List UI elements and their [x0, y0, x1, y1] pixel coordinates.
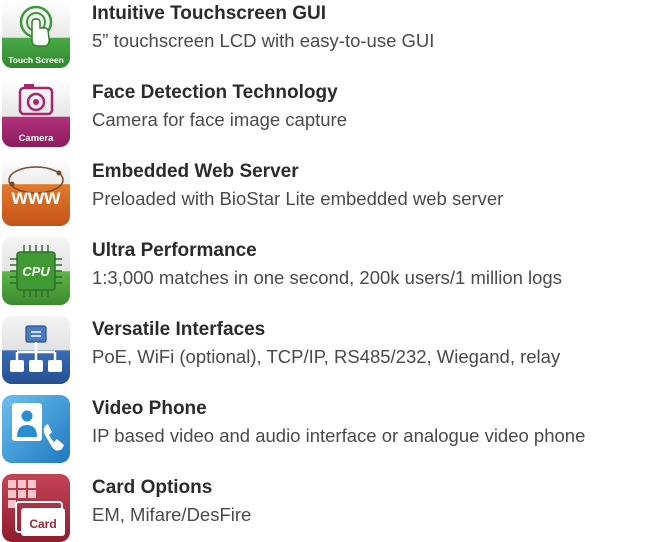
feature-title: Intuitive Touchscreen GUI — [92, 3, 327, 24]
feature-title: Video Phone — [92, 398, 207, 419]
feature-title: Embedded Web Server — [92, 161, 299, 182]
camera-icon: Camera — [2, 79, 70, 147]
feature-description: EM, Mifare/DesFire — [92, 504, 252, 525]
www-icon: www — [2, 158, 70, 226]
feature-description: PoE, WiFi (optional), TCP/IP, RS485/232,… — [92, 346, 561, 367]
feature-description: IP based video and audio interface or an… — [92, 425, 586, 446]
video-phone-icon — [2, 395, 70, 463]
feature-face-detection: Camera Face Detection Technology Camera … — [0, 79, 672, 147]
svg-text:Touch Screen: Touch Screen — [8, 55, 64, 65]
feature-description: Preloaded with BioStar Lite embedded web… — [92, 188, 504, 209]
feature-list: Touch Screen Intuitive Touchscreen GUI 5… — [0, 0, 672, 542]
feature-description: Camera for face image capture — [92, 109, 348, 130]
card-icon: Card — [2, 474, 70, 542]
feature-video-phone: Video Phone IP based video and audio int… — [0, 395, 672, 463]
feature-title: Versatile Interfaces — [92, 319, 266, 340]
svg-text:CPU: CPU — [22, 264, 50, 279]
svg-text:www: www — [10, 186, 61, 209]
feature-interfaces: Versatile Interfaces PoE, WiFi (optional… — [0, 316, 672, 384]
svg-text:Camera: Camera — [19, 133, 55, 144]
feature-description: 1:3,000 matches in one second, 200k user… — [92, 267, 562, 288]
svg-text:Card: Card — [29, 517, 56, 531]
feature-touchscreen: Touch Screen Intuitive Touchscreen GUI 5… — [0, 0, 672, 68]
network-icon — [2, 316, 70, 384]
feature-title: Face Detection Technology — [92, 82, 338, 103]
feature-title: Card Options — [92, 477, 213, 498]
feature-title: Ultra Performance — [92, 240, 257, 261]
feature-card-options: Card Card Options EM, Mifare/DesFire — [0, 474, 672, 542]
feature-web-server: www Embedded Web Server Preloaded with B… — [0, 158, 672, 226]
touch-screen-icon: Touch Screen — [2, 0, 70, 68]
feature-description: 5” touchscreen LCD with easy-to-use GUI — [92, 30, 435, 51]
feature-performance: CPU Ultra Performance 1:3,000 matches in… — [0, 237, 672, 305]
cpu-icon: CPU — [2, 237, 70, 305]
